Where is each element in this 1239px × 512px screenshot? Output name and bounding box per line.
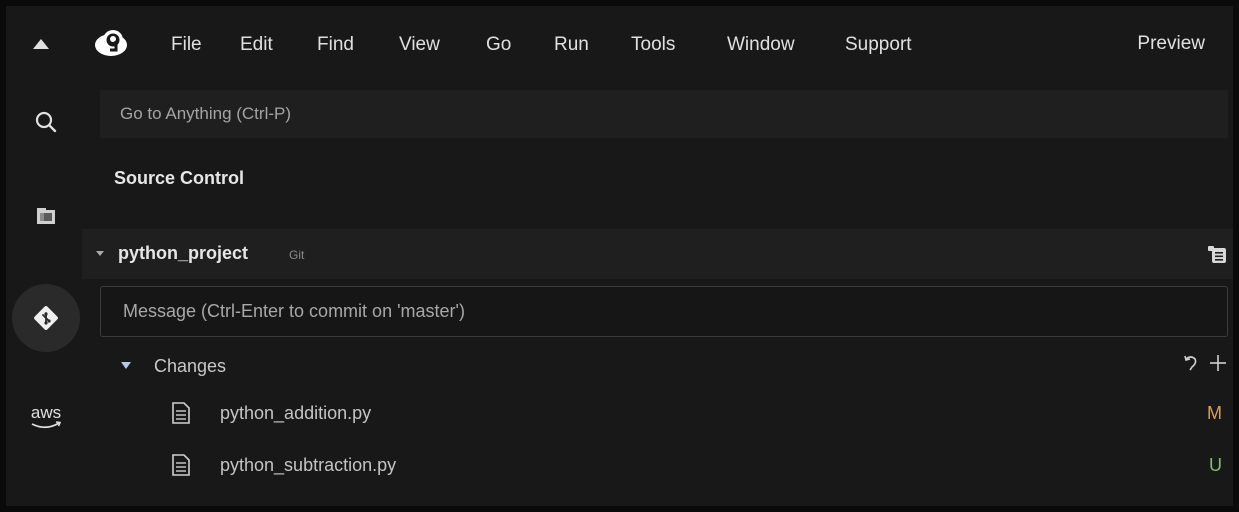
file-name: python_subtraction.py [220,455,397,475]
git-icon [34,306,58,330]
chevron-down-icon[interactable] [121,362,131,369]
aws-icon: aws [31,403,62,429]
list-menu-icon[interactable] [1207,244,1227,264]
repository-scm-tag: Git [289,248,305,262]
goto-anything-placeholder: Go to Anything (Ctrl-P) [120,104,292,123]
triangle-up-icon [33,39,49,49]
menu-tools[interactable]: Tools [631,33,675,57]
activity-aws[interactable]: aws [12,384,80,452]
folder-icon [37,208,55,224]
stage-all-icon[interactable] [1208,353,1228,373]
menu-window[interactable]: Window [727,33,795,57]
search-icon [35,111,57,133]
cloud9-logo-icon[interactable] [93,28,129,58]
aws-label: aws [31,403,61,422]
panel-title: Source Control [114,168,245,188]
file-name: python_addition.py [220,403,372,423]
goto-anything-input[interactable]: Go to Anything (Ctrl-P) [100,90,1228,138]
menu-view[interactable]: View [399,33,440,57]
menu-go[interactable]: Go [486,33,511,57]
changed-file-row[interactable]: python_addition.py M [100,394,1228,434]
menu-run[interactable]: Run [554,33,589,57]
repository-name: python_project [118,243,249,263]
changes-label: Changes [154,356,227,376]
commit-message-placeholder: Message (Ctrl-Enter to commit on 'master… [123,301,465,321]
menu-support[interactable]: Support [845,33,912,57]
commit-message-input[interactable]: Message (Ctrl-Enter to commit on 'master… [100,286,1228,337]
file-document-icon [172,402,190,424]
activity-source-control[interactable] [12,284,80,352]
file-status-modified: M [1207,403,1222,423]
menu-file[interactable]: File [171,33,202,57]
file-status-untracked: U [1209,455,1222,475]
menu-edit[interactable]: Edit [240,33,273,57]
changes-actions [1182,353,1228,373]
changes-group-header[interactable]: Changes [100,350,1228,384]
activity-environment[interactable] [12,182,80,250]
changed-file-row[interactable]: python_subtraction.py U [100,446,1228,486]
ide-window: File Edit Find View Go Run Tools Window … [6,6,1233,506]
collapse-menu-button[interactable] [30,33,52,55]
activity-search[interactable] [12,88,80,156]
menu-bar: File Edit Find View Go Run Tools Window … [6,6,1233,84]
menu-find[interactable]: Find [317,33,354,57]
caret-down-icon[interactable] [96,251,104,256]
preview-button[interactable]: Preview [1137,33,1205,55]
discard-changes-icon[interactable] [1182,354,1200,372]
file-document-icon [172,454,190,476]
repository-header[interactable]: python_project Git [82,229,1233,279]
